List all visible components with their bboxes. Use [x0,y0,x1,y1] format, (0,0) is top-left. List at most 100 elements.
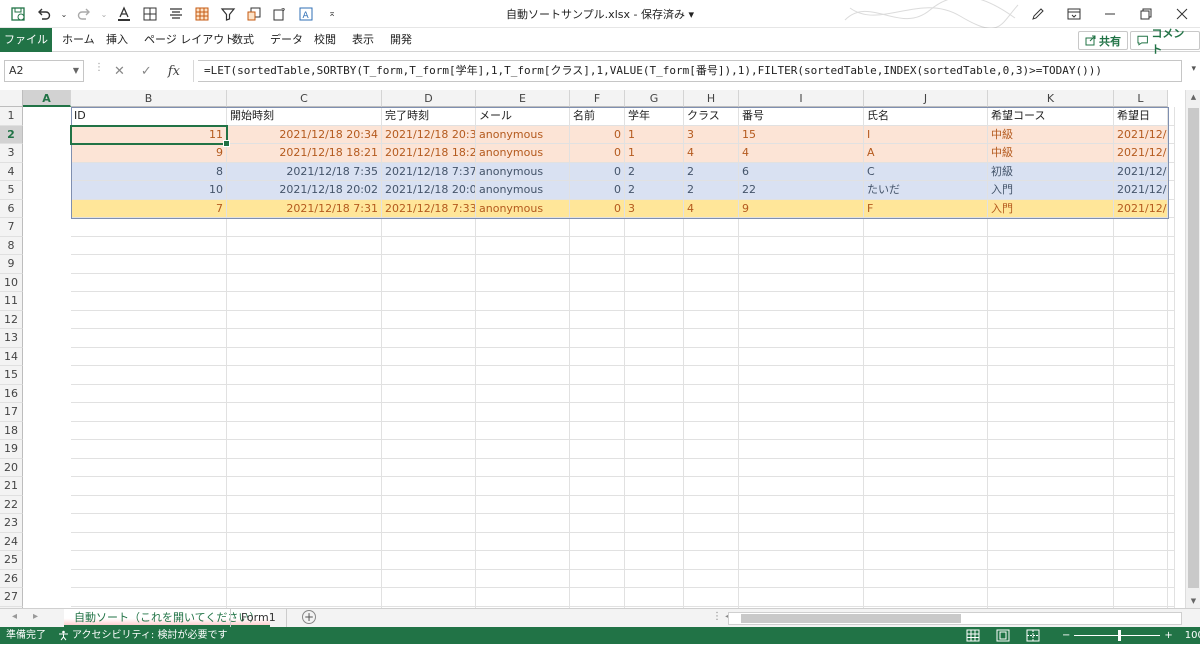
accessibility-status[interactable]: アクセシビリティ: 検討が必要です [58,627,227,644]
empty-cell[interactable] [864,588,988,607]
empty-cell[interactable] [382,532,476,551]
empty-cell[interactable] [864,551,988,570]
empty-cell[interactable] [570,458,625,477]
table-cell-class[interactable]: 4 [684,199,739,218]
row-header-17[interactable]: 17 [0,403,23,422]
empty-cell[interactable] [1168,458,1175,477]
empty-cell[interactable] [71,421,227,440]
row-header-25[interactable]: 25 [0,551,23,570]
table-cell-email[interactable]: anonymous [476,181,570,200]
empty-cell[interactable] [71,292,227,311]
empty-cell[interactable] [625,347,684,366]
table-cell-id[interactable]: 9 [71,144,227,163]
empty-cell[interactable] [1114,514,1168,533]
empty-cell[interactable] [570,477,625,496]
table-cell-full-name[interactable]: F [864,199,988,218]
tab-file[interactable]: ファイル [0,28,52,52]
empty-cell[interactable] [864,310,988,329]
empty-cell[interactable] [1114,384,1168,403]
empty-cell[interactable] [227,551,382,570]
empty-cell[interactable] [684,551,739,570]
empty-cell[interactable] [570,514,625,533]
empty-cell[interactable] [1168,199,1175,218]
zoom-slider-knob[interactable] [1118,630,1122,641]
empty-cell[interactable] [382,347,476,366]
table-header-id[interactable]: ID [71,107,227,126]
column-header-e[interactable]: E [476,90,570,107]
empty-cell[interactable] [739,421,864,440]
empty-cell[interactable] [988,477,1114,496]
column-header-l[interactable]: L [1114,90,1168,107]
row-header-26[interactable]: 26 [0,569,23,588]
table-cell-full-name[interactable]: A [864,144,988,163]
empty-cell[interactable] [1114,421,1168,440]
page-break-view-icon[interactable] [1026,629,1040,642]
empty-cell[interactable] [864,329,988,348]
worksheet-grid[interactable]: A B C D E F G H I J K L 1 2 3 4 5 6 7 8 9 10 11 12 13 14 15 16 17 18 1… [0,90,1185,608]
table-cell-number[interactable]: 6 [739,162,864,181]
empty-cell[interactable] [227,477,382,496]
empty-cell[interactable] [739,273,864,292]
chevron-down-icon[interactable]: ⌄ [60,4,68,24]
empty-cell[interactable] [1114,273,1168,292]
table-cell-course[interactable]: 初級 [988,162,1114,181]
empty-cell[interactable] [684,440,739,459]
zoom-out-icon[interactable]: − [1062,627,1070,644]
empty-cell[interactable] [739,347,864,366]
empty-cell[interactable] [1168,181,1175,200]
empty-cell[interactable] [988,236,1114,255]
empty-cell[interactable] [1168,273,1175,292]
empty-cell[interactable] [1114,551,1168,570]
table-cell-course[interactable]: 中級 [988,125,1114,144]
row-header-8[interactable]: 8 [0,236,23,255]
empty-cell[interactable] [864,347,988,366]
empty-cell[interactable] [625,366,684,385]
row-header-1[interactable]: 1 [0,107,23,126]
expand-formula-bar-icon[interactable]: ▾ [1191,64,1196,74]
empty-cell[interactable] [864,440,988,459]
empty-cell[interactable] [382,514,476,533]
table-cell-number[interactable]: 4 [739,144,864,163]
vertical-scrollbar[interactable]: ▲ ▼ [1185,90,1200,608]
empty-cell[interactable] [71,329,227,348]
table-cell-grade[interactable]: 2 [625,181,684,200]
empty-cell[interactable] [684,403,739,422]
empty-cell[interactable] [988,495,1114,514]
empty-cell[interactable] [227,310,382,329]
empty-cell[interactable] [684,329,739,348]
tab-insert[interactable]: 挿入 [98,28,136,52]
empty-cell[interactable] [1114,440,1168,459]
empty-cell[interactable] [1168,125,1175,144]
empty-cell[interactable] [625,310,684,329]
empty-cell[interactable] [382,273,476,292]
ribbon-display-icon[interactable] [1056,0,1092,28]
font-color-icon[interactable] [114,4,134,24]
empty-cell[interactable] [570,384,625,403]
row-header-2[interactable]: 2 [0,125,23,144]
empty-cell[interactable] [1168,218,1175,237]
empty-cell[interactable] [382,310,476,329]
empty-cell[interactable] [684,255,739,274]
empty-cell[interactable] [988,403,1114,422]
empty-cell[interactable] [864,514,988,533]
autosave-icon[interactable] [8,4,28,24]
empty-cell[interactable] [864,569,988,588]
empty-cell[interactable] [382,218,476,237]
empty-cell[interactable] [1168,329,1175,348]
table-cell-email[interactable]: anonymous [476,162,570,181]
table-cell-class[interactable]: 4 [684,144,739,163]
empty-cell[interactable] [1114,569,1168,588]
empty-cell[interactable] [988,273,1114,292]
empty-cell[interactable] [739,292,864,311]
table-cell-end-time[interactable]: 2021/12/18 20:35 [382,125,476,144]
empty-cell[interactable] [382,495,476,514]
empty-cell[interactable] [684,514,739,533]
table-cell-full-name[interactable]: I [864,125,988,144]
empty-cell[interactable] [476,310,570,329]
table-cell-id[interactable]: 8 [71,162,227,181]
empty-cell[interactable] [570,366,625,385]
empty-cell[interactable] [71,569,227,588]
column-header-g[interactable]: G [625,90,684,107]
empty-cell[interactable] [476,588,570,607]
sheet-tab-form1[interactable]: Form1 [230,609,287,627]
